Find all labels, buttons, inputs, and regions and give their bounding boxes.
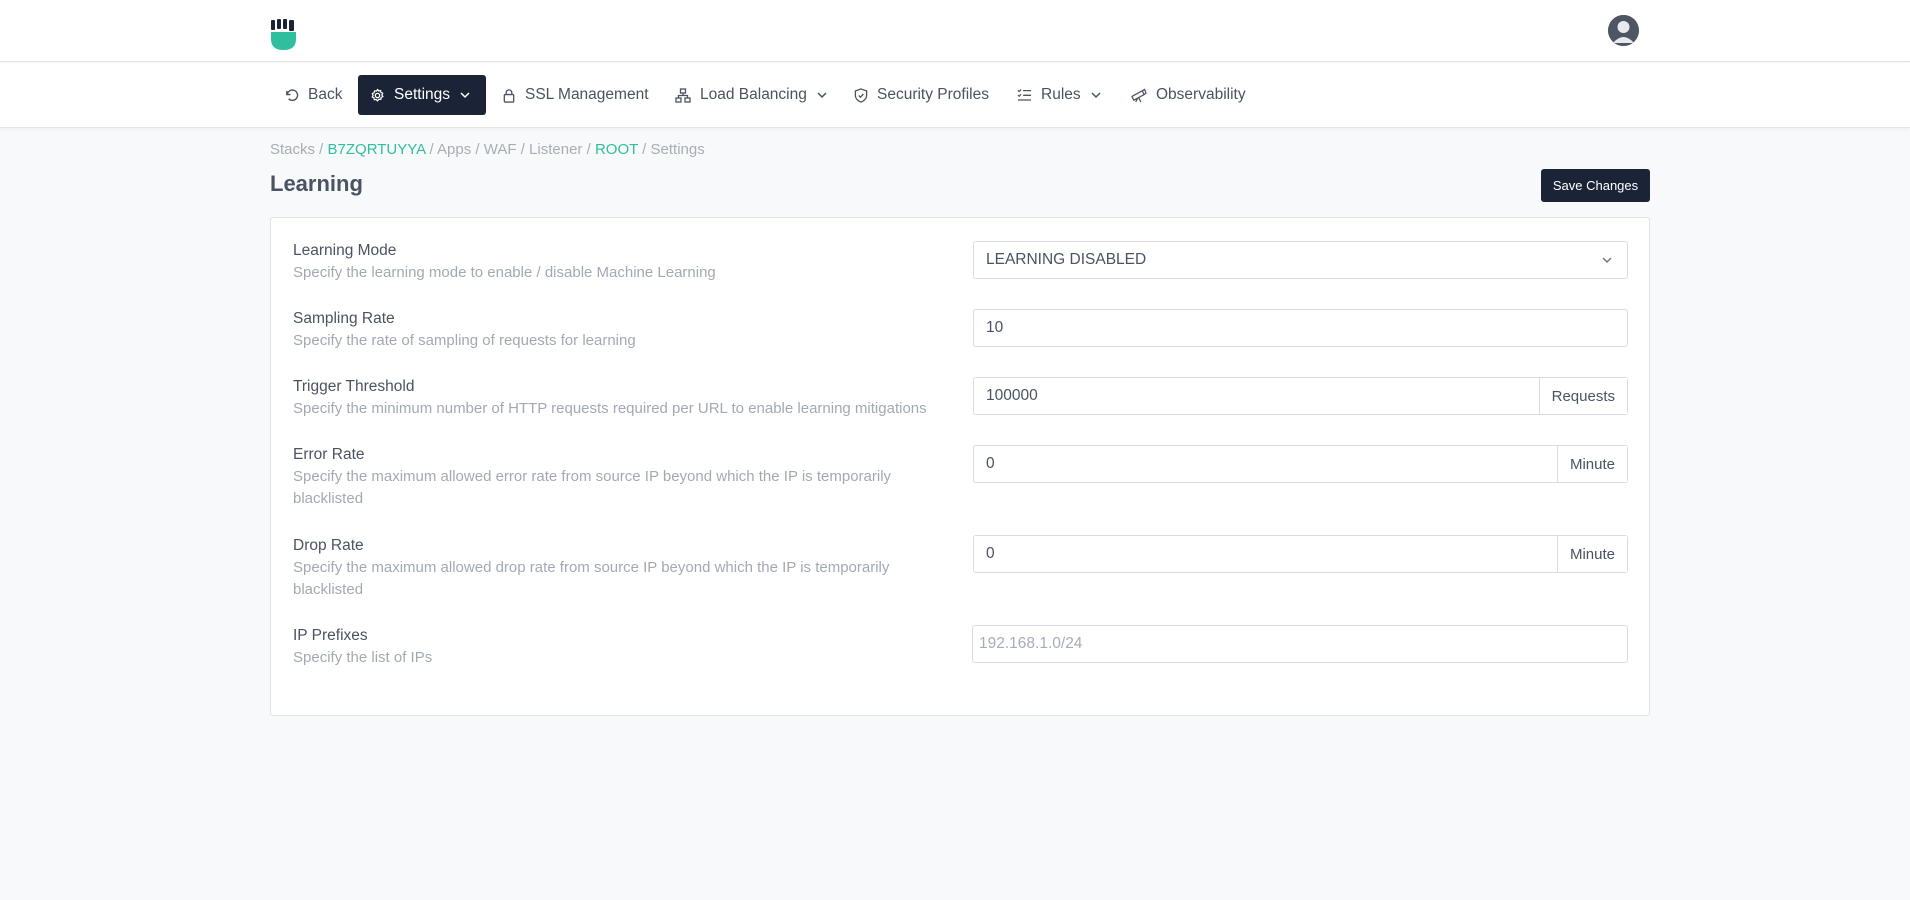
drop-rate-description: Specify the maximum allowed drop rate fr… [293,559,890,598]
list-check-icon [1017,89,1032,101]
ip-prefixes-label: IP Prefixes [293,627,368,644]
gear-icon [371,88,384,102]
chevron-down-icon [817,92,827,99]
avatar[interactable] [1608,15,1639,46]
trigger-threshold-label-group: Trigger Threshold Specify the minimum nu… [293,376,953,420]
drop-rate-label: Drop Rate [293,537,364,554]
breadcrumb-item[interactable]: B7ZQRTUYYA [328,141,426,158]
tab-ssl-management[interactable]: SSL Management [490,75,661,115]
trigger-threshold-description: Specify the minimum number of HTTP reque… [293,400,927,417]
drop-rate-label-group: Drop Rate Specify the maximum allowed dr… [293,535,953,601]
trigger-threshold-value: 100000 [986,387,1038,404]
telescope-icon [1131,88,1147,102]
save-changes-button[interactable]: Save Changes [1541,169,1650,202]
ip-prefixes-placeholder: 192.168.1.0/24 [979,635,1083,652]
learning-settings-panel: Learning Mode Specify the learning mode … [270,217,1650,716]
ip-prefixes-description: Specify the list of IPs [293,649,433,666]
error-rate-label: Error Rate [293,446,365,463]
tab-settings[interactable]: Settings [358,75,486,115]
undo-icon [286,88,299,101]
error-rate-value: 0 [986,455,995,472]
breadcrumb-item[interactable]: ROOT [595,141,638,158]
trigger-threshold-unit: Requests [1538,378,1627,414]
ip-prefixes-label-group: IP Prefixes Specify the list of IPs [293,625,953,669]
ip-prefixes-input[interactable]: 192.168.1.0/24 [972,625,1628,663]
lock-icon [503,88,515,103]
page-title: Learning [270,171,363,196]
rules-label: Rules [1041,86,1081,103]
top-bar [0,0,1910,62]
drop-rate-value: 0 [986,545,995,562]
tab-rules[interactable]: Rules [1005,75,1114,115]
learning-mode-value: LEARNING DISABLED [986,251,1147,268]
settings-label: Settings [394,86,451,103]
sampling-rate-label-group: Sampling Rate Specify the rate of sampli… [293,308,953,352]
breadcrumb-item[interactable]: Apps [437,141,471,158]
learning-mode-label: Learning Mode [293,242,397,259]
tab-load-balancing[interactable]: Load Balancing [663,75,840,115]
breadcrumb-item[interactable]: WAF [484,141,517,158]
logo-icon[interactable] [270,19,298,51]
error-rate-unit: Minute [1556,446,1627,482]
sampling-rate-value: 10 [986,319,1004,336]
drop-rate-unit: Minute [1556,536,1627,572]
learning-mode-label-group: Learning Mode Specify the learning mode … [293,240,953,284]
network-icon [675,87,691,103]
tab-security-profiles[interactable]: Security Profiles [842,75,1001,115]
user-icon [1608,15,1639,46]
back-button[interactable]: Back [272,75,354,115]
tab-observability[interactable]: Observability [1118,75,1258,115]
trigger-threshold-label: Trigger Threshold [293,378,415,395]
chevron-down-icon [1091,92,1101,99]
sampling-rate-label: Sampling Rate [293,310,395,327]
breadcrumb-item[interactable]: Stacks [270,141,315,158]
error-rate-label-group: Error Rate Specify the maximum allowed e… [293,444,953,510]
error-rate-description: Specify the maximum allowed error rate f… [293,468,892,507]
breadcrumb-item[interactable]: Listener [529,141,582,158]
drop-rate-input[interactable]: 0 Minute [973,535,1628,573]
back-label: Back [308,86,343,103]
shield-icon [854,87,868,103]
learning-mode-select[interactable]: LEARNING DISABLED [973,241,1628,279]
observability-label: Observability [1156,86,1246,103]
chevron-down-icon [460,92,470,99]
error-rate-input[interactable]: 0 Minute [973,445,1628,483]
security-profiles-label: Security Profiles [877,86,989,103]
trigger-threshold-input[interactable]: 100000 Requests [973,377,1628,415]
breadcrumb-item: Settings [650,141,705,158]
ssl-label: SSL Management [525,86,649,103]
sampling-rate-description: Specify the rate of sampling of requests… [293,332,636,349]
chevron-down-icon [1602,257,1612,263]
nav-bar: Back Settings SSL Management Load Balanc… [0,63,1910,128]
breadcrumb: Stacks / B7ZQRTUYYA / Apps / WAF / Liste… [270,141,705,158]
sampling-rate-input[interactable]: 10 [973,309,1628,347]
learning-mode-description: Specify the learning mode to enable / di… [293,264,716,281]
load-balancing-label: Load Balancing [700,86,807,103]
